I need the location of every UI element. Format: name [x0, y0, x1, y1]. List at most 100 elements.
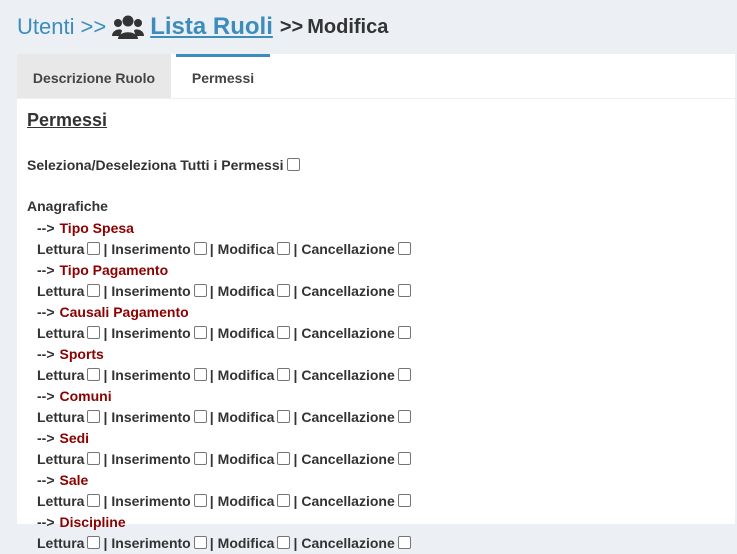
- separator: |: [209, 325, 214, 341]
- inserimento-checkbox[interactable]: [193, 283, 207, 297]
- separator: |: [293, 451, 298, 467]
- lettura-label: Lettura: [37, 241, 85, 257]
- cancellazione-checkbox[interactable]: [397, 241, 411, 255]
- permission-item-name: Sports: [59, 346, 104, 362]
- inserimento-checkbox[interactable]: [193, 451, 207, 465]
- breadcrumb-separator-2: >>: [279, 15, 304, 38]
- breadcrumb-root[interactable]: Utenti: [17, 14, 74, 40]
- separator: |: [293, 325, 298, 341]
- inserimento-checkbox[interactable]: [193, 241, 207, 255]
- breadcrumb-separator: >>: [80, 14, 107, 39]
- cancellazione-checkbox[interactable]: [397, 451, 411, 465]
- select-all-checkbox[interactable]: [286, 157, 300, 171]
- separator: |: [293, 367, 298, 383]
- lettura-label: Lettura: [37, 409, 85, 425]
- permission-row: Lettura | Inserimento | Modifica | Cancellazio…: [37, 280, 411, 302]
- separator: |: [209, 451, 214, 467]
- cancellazione-checkbox[interactable]: [397, 283, 411, 297]
- modifica-checkbox[interactable]: [277, 325, 291, 339]
- section-title: Permessi: [27, 110, 108, 130]
- permission-item-title: --> Sports: [37, 344, 411, 364]
- inserimento-label: Inserimento: [111, 535, 191, 551]
- separator: |: [209, 367, 214, 383]
- separator: |: [103, 535, 108, 551]
- lettura-checkbox[interactable]: [87, 325, 101, 339]
- inserimento-label: Inserimento: [111, 283, 191, 299]
- inserimento-label: Inserimento: [111, 409, 191, 425]
- separator: |: [209, 241, 214, 257]
- inserimento-checkbox[interactable]: [193, 535, 207, 549]
- tabs-panel: Descrizione Ruolo Permessi Permessi Sele…: [17, 54, 735, 551]
- select-all-label: Seleziona/Deseleziona Tutti i Permessi: [27, 157, 284, 173]
- lettura-checkbox[interactable]: [87, 241, 101, 255]
- modifica-label: Modifica: [217, 367, 275, 383]
- separator: |: [209, 535, 214, 551]
- modifica-checkbox[interactable]: [277, 493, 291, 507]
- permission-item-title: --> Causali Pagamento: [37, 302, 411, 322]
- group-title: Anagrafiche: [27, 198, 108, 214]
- permission-item-title: --> Tipo Pagamento: [37, 260, 411, 280]
- cancellazione-checkbox[interactable]: [397, 325, 411, 339]
- separator: |: [293, 241, 298, 257]
- modifica-checkbox[interactable]: [277, 535, 291, 549]
- separator: |: [293, 409, 298, 425]
- lettura-checkbox[interactable]: [87, 493, 101, 507]
- lettura-checkbox[interactable]: [87, 409, 101, 423]
- modifica-label: Modifica: [217, 451, 275, 467]
- modifica-checkbox[interactable]: [277, 283, 291, 297]
- lettura-label: Lettura: [37, 367, 85, 383]
- separator: |: [103, 283, 108, 299]
- arrow-marker: -->: [37, 430, 55, 446]
- cancellazione-checkbox[interactable]: [397, 409, 411, 423]
- cancellazione-checkbox[interactable]: [397, 535, 411, 549]
- inserimento-checkbox[interactable]: [193, 325, 207, 339]
- modifica-checkbox[interactable]: [277, 451, 291, 465]
- arrow-marker: -->: [37, 220, 55, 236]
- permission-item-title: --> Sale: [37, 470, 411, 490]
- separator: |: [103, 367, 108, 383]
- permission-item-name: Causali Pagamento: [59, 304, 189, 320]
- modifica-checkbox[interactable]: [277, 409, 291, 423]
- separator: |: [209, 283, 214, 299]
- permission-item-name: Discipline: [59, 514, 126, 530]
- cancellazione-label: Cancellazione: [301, 409, 395, 425]
- lettura-checkbox[interactable]: [87, 451, 101, 465]
- permission-row: Lettura | Inserimento | Modifica | Cancellazio…: [37, 364, 411, 386]
- arrow-marker: -->: [37, 262, 55, 278]
- inserimento-checkbox[interactable]: [193, 409, 207, 423]
- lettura-checkbox[interactable]: [87, 367, 101, 381]
- arrow-marker: -->: [37, 304, 55, 320]
- breadcrumb: Utenti >> Lista Ruoli >> Modifica: [17, 10, 388, 44]
- permission-item-name: Tipo Spesa: [59, 220, 134, 236]
- modifica-label: Modifica: [217, 535, 275, 551]
- modifica-checkbox[interactable]: [277, 367, 291, 381]
- breadcrumb-link-lista-ruoli[interactable]: Lista Ruoli: [150, 13, 273, 41]
- lettura-label: Lettura: [37, 451, 85, 467]
- permission-row: Lettura | Inserimento | Modifica | Cancellazio…: [37, 322, 411, 344]
- cancellazione-label: Cancellazione: [301, 325, 395, 341]
- tab-descrizione-ruolo[interactable]: Descrizione Ruolo: [17, 54, 171, 98]
- permission-items: --> Tipo Spesa Lettura | Inserimento | Modific…: [37, 218, 411, 554]
- arrow-marker: -->: [37, 472, 55, 488]
- permission-item-title: --> Tipo Spesa: [37, 218, 411, 238]
- separator: |: [209, 493, 214, 509]
- breadcrumb-current: Modifica: [307, 15, 389, 38]
- tab-permessi[interactable]: Permessi: [176, 54, 270, 98]
- cancellazione-label: Cancellazione: [301, 283, 395, 299]
- lettura-label: Lettura: [37, 325, 85, 341]
- cancellazione-checkbox[interactable]: [397, 367, 411, 381]
- permission-item-name: Sale: [59, 472, 89, 488]
- inserimento-checkbox[interactable]: [193, 493, 207, 507]
- lettura-checkbox[interactable]: [87, 535, 101, 549]
- arrow-marker: -->: [37, 514, 55, 530]
- modifica-checkbox[interactable]: [277, 241, 291, 255]
- separator: |: [293, 283, 298, 299]
- cancellazione-label: Cancellazione: [301, 451, 395, 467]
- lettura-checkbox[interactable]: [87, 283, 101, 297]
- permission-row: Lettura | Inserimento | Modifica | Cancellazio…: [37, 406, 411, 428]
- cancellazione-checkbox[interactable]: [397, 493, 411, 507]
- inserimento-checkbox[interactable]: [193, 367, 207, 381]
- inserimento-label: Inserimento: [111, 451, 191, 467]
- arrow-marker: -->: [37, 388, 55, 404]
- inserimento-label: Inserimento: [111, 367, 191, 383]
